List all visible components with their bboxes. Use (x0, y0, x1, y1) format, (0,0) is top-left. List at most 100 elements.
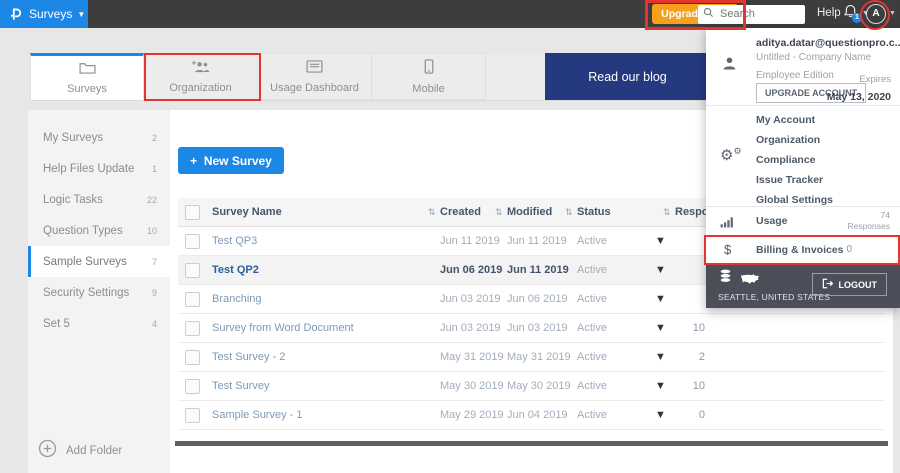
dashboard-icon (306, 59, 323, 78)
menu-link-global-settings[interactable]: Global Settings (756, 194, 833, 206)
usage-value: 74 (880, 210, 890, 220)
logout-label: LOGOUT (838, 279, 878, 290)
status-dropdown-caret[interactable]: ▼ (655, 227, 666, 255)
tab-mobile[interactable]: Mobile (372, 53, 486, 100)
menu-link-compliance[interactable]: Compliance (756, 154, 816, 166)
select-all-checkbox[interactable] (185, 205, 200, 220)
row-checkbox[interactable] (185, 292, 200, 307)
horizontal-scrollbar[interactable] (175, 441, 888, 446)
responses-cell: 10 (692, 380, 705, 392)
usage-row[interactable]: Usage 74 Responses (706, 207, 900, 236)
modified-cell: Jun 11 2019 (507, 264, 569, 276)
survey-name-link[interactable]: Test Survey (212, 372, 269, 400)
add-folder-button[interactable]: Add Folder (38, 439, 122, 463)
avatar[interactable]: A (866, 4, 886, 24)
us-map-icon (740, 272, 760, 290)
search-icon (703, 5, 714, 23)
sidebar-item-my-surveys[interactable]: My Surveys 2 (28, 122, 170, 153)
sort-icon[interactable]: ⇅ (495, 198, 503, 226)
settings-gears-icon: ⚙⚙ (720, 146, 742, 164)
col-header-status[interactable]: Status (577, 198, 611, 226)
datacenter-icon (719, 269, 732, 289)
plus-icon: + (190, 153, 198, 168)
status-dropdown-caret[interactable]: ▼ (655, 343, 666, 371)
folder-sidebar: My Surveys 2 Help Files Update 1 Logic Tasks… (28, 110, 170, 473)
billing-invoices-row[interactable]: $ Billing & Invoices 0 (706, 236, 900, 265)
status-dropdown-caret[interactable]: ▼ (655, 372, 666, 400)
survey-name-link[interactable]: Test QP3 (212, 227, 257, 255)
survey-name-link[interactable]: Survey from Word Document (212, 314, 354, 342)
new-survey-button[interactable]: + New Survey (178, 147, 284, 174)
read-our-blog-button[interactable]: Read our blog (545, 53, 710, 100)
account-dropdown-menu: aditya.datar@questionpro.c... Untitled -… (706, 28, 900, 308)
status-cell: Active (577, 322, 607, 334)
survey-name-link[interactable]: Branching (212, 285, 262, 313)
chevron-down-icon: ▼ (77, 10, 86, 19)
sidebar-item-sample-surveys[interactable]: Sample Surveys 7 (28, 246, 170, 277)
status-cell: Active (577, 409, 607, 421)
modified-cell: Jun 03 2019 (507, 322, 568, 334)
menu-link-organization[interactable]: Organization (756, 134, 820, 146)
app-brand-menu[interactable]: Surveys ▼ (0, 0, 88, 28)
sidebar-item-question-types[interactable]: Question Types 10 (28, 215, 170, 246)
expires-date: May 13, 2020 (826, 91, 891, 103)
row-checkbox[interactable] (185, 321, 200, 336)
sidebar-item-set-5[interactable]: Set 54 (28, 308, 170, 339)
responses-cell: 0 (698, 409, 705, 421)
account-summary-section: aditya.datar@questionpro.c... Untitled -… (706, 28, 900, 106)
table-row[interactable]: Survey from Word Document Jun 03 2019 Jun … (178, 314, 885, 343)
plus-circle-icon (38, 439, 57, 463)
survey-name-link[interactable]: Test QP2 (212, 256, 259, 284)
logout-icon (822, 278, 834, 291)
company-name: Untitled - Company Name (756, 52, 872, 63)
modified-cell: Jun 06 2019 (507, 293, 568, 305)
logout-button[interactable]: LOGOUT (811, 273, 887, 296)
search-box[interactable] (698, 4, 805, 24)
usage-bars-icon (720, 215, 735, 233)
modified-cell: May 31 2019 (507, 351, 571, 363)
table-row[interactable]: Sample Survey - 1 May 29 2019 Jun 04 2019 A… (178, 401, 885, 430)
mobile-icon (424, 58, 434, 79)
col-header-survey-name[interactable]: Survey Name (212, 198, 282, 226)
row-checkbox[interactable] (185, 263, 200, 278)
search-input[interactable] (718, 7, 802, 21)
created-cell: May 31 2019 (440, 351, 504, 363)
sort-icon[interactable]: ⇅ (663, 198, 671, 226)
sort-icon[interactable]: ⇅ (565, 198, 573, 226)
expires-label: Expires (859, 74, 891, 85)
status-dropdown-caret[interactable]: ▼ (655, 256, 666, 284)
status-dropdown-caret[interactable]: ▼ (655, 401, 666, 429)
status-dropdown-caret[interactable]: ▼ (655, 314, 666, 342)
table-row[interactable]: Test Survey - 2 May 31 2019 May 31 2019 Act… (178, 343, 885, 372)
row-checkbox[interactable] (185, 350, 200, 365)
status-cell: Active (577, 293, 607, 305)
edition-label: Employee Edition (756, 70, 834, 81)
brand-label: Surveys (29, 7, 73, 21)
menu-link-issue-tracker[interactable]: Issue Tracker (756, 174, 823, 186)
sidebar-item-security-settings[interactable]: Security Settings 9 (28, 277, 170, 308)
table-row[interactable]: Test Survey May 30 2019 May 30 2019 Active ▼… (178, 372, 885, 401)
survey-name-link[interactable]: Sample Survey - 1 (212, 401, 302, 429)
modified-cell: Jun 11 2019 (507, 235, 567, 247)
row-checkbox[interactable] (185, 408, 200, 423)
status-dropdown-caret[interactable]: ▼ (655, 285, 666, 313)
survey-name-link[interactable]: Test Survey - 2 (212, 343, 285, 371)
billing-value: 0 (846, 244, 852, 255)
responses-cell: 2 (698, 351, 705, 363)
chevron-down-icon: ▼ (889, 10, 896, 17)
tab-surveys[interactable]: Surveys (30, 53, 144, 100)
sidebar-item-logic-tasks[interactable]: Logic Tasks 22 (28, 184, 170, 215)
col-header-modified[interactable]: Modified (507, 198, 552, 226)
status-cell: Active (577, 351, 607, 363)
menu-link-my-account[interactable]: My Account (756, 114, 815, 126)
sidebar-item-help-files-update[interactable]: Help Files Update 1 (28, 153, 170, 184)
tab-usage-dashboard[interactable]: Usage Dashboard (258, 53, 372, 100)
help-link[interactable]: Help (817, 7, 841, 19)
row-checkbox[interactable] (185, 379, 200, 394)
questionpro-logo-icon (8, 7, 23, 22)
created-cell: Jun 11 2019 (440, 235, 500, 247)
row-checkbox[interactable] (185, 234, 200, 249)
sort-icon[interactable]: ⇅ (428, 198, 436, 226)
col-header-created[interactable]: Created (440, 198, 481, 226)
tab-organization[interactable]: Organization (144, 53, 258, 100)
